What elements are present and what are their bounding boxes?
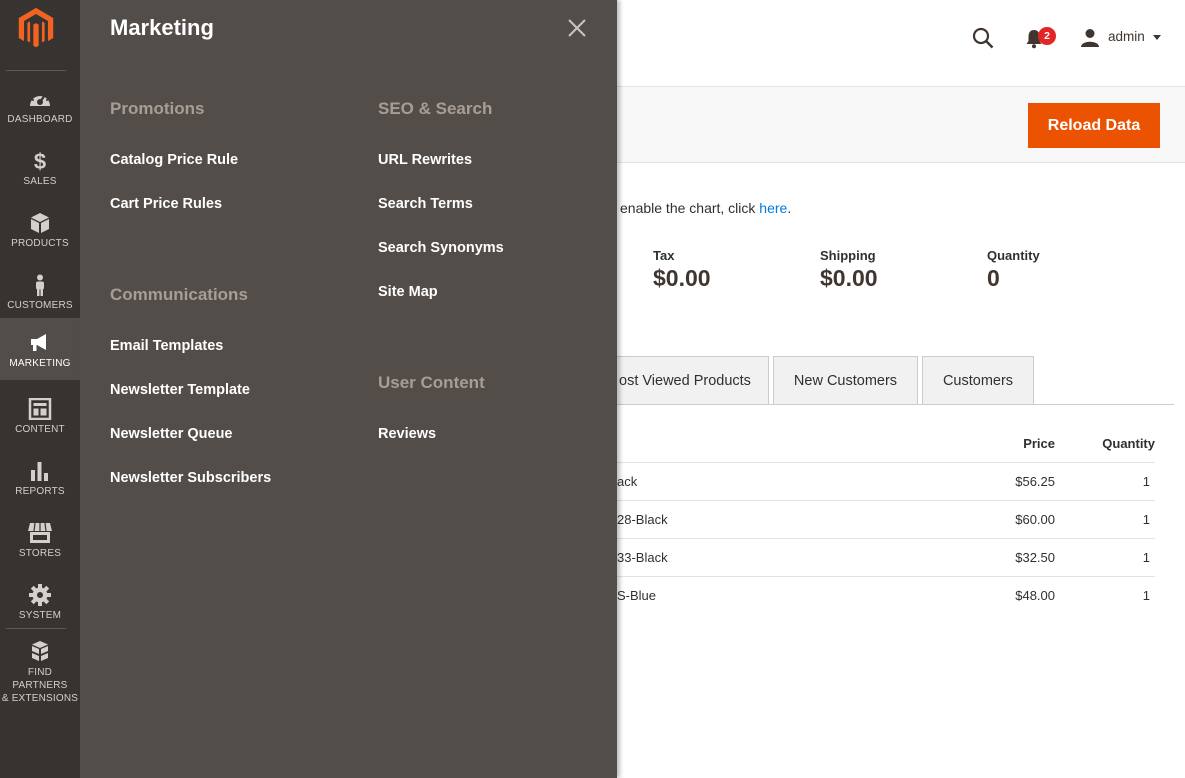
panel-title: Marketing (110, 15, 214, 40)
group-title-seo-search: SEO & Search (378, 99, 493, 118)
nav-label: CUSTOMERS (7, 300, 73, 311)
nav-label: CONTENT (15, 424, 65, 435)
tab-new-customers[interactable]: New Customers (773, 356, 918, 405)
nav-item-find-partners[interactable]: FIND PARTNERS & EXTENSIONS (0, 638, 80, 704)
page-actions-bar: Reload Data (617, 86, 1185, 163)
search-icon[interactable] (972, 27, 994, 49)
notification-count-badge: 2 (1038, 27, 1056, 45)
bar-chart-icon (31, 462, 48, 481)
menu-link-newsletter-subscribers[interactable]: Newsletter Subscribers (110, 470, 271, 486)
dashboard-icon (30, 92, 50, 106)
table-row: ack $56.25 1 (617, 462, 1155, 500)
user-icon[interactable] (1080, 28, 1100, 48)
nav-item-products[interactable]: PRODUCTS (0, 206, 80, 268)
nav-label: STORES (18, 548, 62, 559)
nav-label: MARKETING (9, 358, 71, 369)
storefront-icon (28, 522, 52, 543)
cell-quantity: 1 (1142, 474, 1150, 489)
nav-label: REPORTS (15, 486, 65, 497)
nav-label-line1: FIND PARTNERS (12, 667, 68, 691)
table-row: S-Blue $48.00 1 (617, 576, 1155, 614)
cell-quantity: 1 (1142, 588, 1150, 603)
totals-quantity-label: Quantity (987, 248, 1040, 263)
nav-label: PRODUCTS (11, 238, 69, 249)
menu-link-newsletter-template[interactable]: Newsletter Template (110, 382, 250, 398)
chevron-down-icon[interactable] (1153, 35, 1161, 40)
menu-link-site-map[interactable]: Site Map (378, 284, 438, 300)
enable-chart-link[interactable]: here (759, 200, 787, 216)
totals-shipping-label: Shipping (820, 248, 876, 263)
nav-item-system[interactable]: SYSTEM (0, 578, 80, 640)
totals-tax-label: Tax (653, 248, 675, 263)
cell-product: 33-Black (617, 550, 668, 565)
chart-disabled-notice: enable the chart, click here. (620, 200, 791, 216)
admin-sidebar: DASHBOARD $ SALES PRODUCTS CUSTOMERS MAR… (0, 0, 80, 778)
tab-customers[interactable]: Customers (922, 356, 1034, 405)
svg-text:$: $ (34, 150, 46, 172)
cell-price: $32.50 (1015, 550, 1055, 565)
cell-price: $56.25 (1015, 474, 1055, 489)
admin-username[interactable]: admin (1108, 29, 1145, 44)
nav-item-sales[interactable]: $ SALES (0, 144, 80, 206)
cell-price: $60.00 (1015, 512, 1055, 527)
menu-link-url-rewrites[interactable]: URL Rewrites (378, 152, 472, 168)
blocks-icon (32, 641, 48, 661)
magento-logo-icon[interactable] (16, 6, 56, 50)
person-icon (36, 274, 44, 296)
nav-item-marketing[interactable]: MARKETING (0, 318, 80, 380)
cell-price: $48.00 (1015, 588, 1055, 603)
totals-shipping-value: $0.00 (820, 265, 878, 291)
column-header-quantity: Quantity (1102, 436, 1155, 451)
page-header: 2 admin (617, 0, 1185, 86)
totals-quantity-value: 0 (987, 265, 1000, 291)
table-row: 28-Black $60.00 1 (617, 500, 1155, 538)
cube-icon (31, 213, 49, 233)
tab-most-viewed-products[interactable]: ost Viewed Products (600, 356, 769, 405)
nav-label: SYSTEM (18, 610, 62, 621)
nav-divider (6, 70, 66, 71)
nav-item-dashboard[interactable]: DASHBOARD (0, 82, 80, 144)
nav-label: SALES (23, 176, 57, 187)
group-title-promotions: Promotions (110, 99, 205, 118)
menu-link-cart-price-rules[interactable]: Cart Price Rules (110, 196, 222, 212)
totals-tax-value: $0.00 (653, 265, 711, 291)
group-title-communications: Communications (110, 285, 248, 304)
table-row: 33-Black $32.50 1 (617, 538, 1155, 576)
cell-quantity: 1 (1142, 512, 1150, 527)
nav-label: DASHBOARD (7, 114, 73, 125)
gear-icon (29, 584, 51, 606)
column-header-price: Price (1023, 436, 1055, 451)
cell-product: 28-Black (617, 512, 668, 527)
cell-product: ack (617, 474, 638, 489)
tabs-divider (617, 404, 1174, 405)
notice-end: . (787, 200, 792, 216)
nav-item-content[interactable]: CONTENT (0, 392, 80, 454)
nav-item-stores[interactable]: STORES (0, 516, 80, 578)
menu-link-reviews[interactable]: Reviews (378, 426, 436, 442)
menu-link-catalog-price-rule[interactable]: Catalog Price Rule (110, 152, 238, 168)
dollar-icon: $ (34, 150, 46, 172)
menu-link-email-templates[interactable]: Email Templates (110, 338, 223, 354)
menu-link-search-terms[interactable]: Search Terms (378, 196, 473, 212)
notice-text: enable the chart, click (620, 200, 760, 216)
cell-product: S-Blue (617, 588, 657, 603)
nav-divider (6, 628, 66, 629)
reload-data-button[interactable]: Reload Data (1028, 103, 1160, 148)
nav-item-reports[interactable]: REPORTS (0, 454, 80, 516)
menu-link-search-synonyms[interactable]: Search Synonyms (378, 240, 504, 256)
nav-label-line2: & EXTENSIONS (1, 693, 79, 704)
close-icon[interactable] (566, 17, 588, 39)
group-title-user-content: User Content (378, 373, 485, 392)
marketing-menu-panel: Marketing Promotions Catalog Price Rule … (80, 0, 617, 778)
menu-link-newsletter-queue[interactable]: Newsletter Queue (110, 426, 233, 442)
layout-icon (28, 398, 52, 420)
megaphone-icon (31, 334, 46, 351)
cell-quantity: 1 (1142, 550, 1150, 565)
